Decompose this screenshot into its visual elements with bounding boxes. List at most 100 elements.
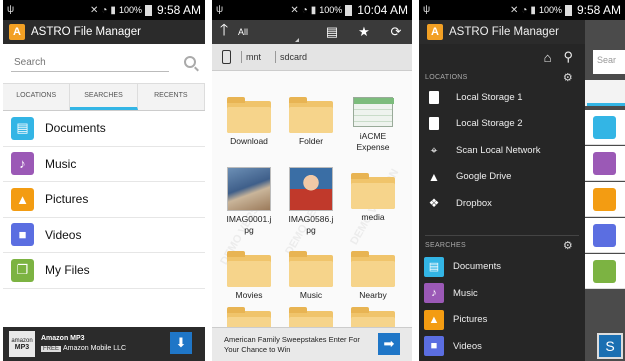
- list-item-label: Videos: [45, 227, 82, 242]
- list-item-music[interactable]: ♪ Music: [3, 147, 205, 182]
- grid-item-music[interactable]: Music: [280, 251, 342, 301]
- drawer-item-documents[interactable]: ▤ Documents: [419, 254, 585, 281]
- section-header-searches: SEARCHES ⚙: [419, 238, 585, 254]
- grid-item-label: iACME Expense: [356, 131, 390, 152]
- browser-toolbar: 🡑 All ▤ ★ ⟳: [212, 20, 412, 44]
- app-title: ASTRO File Manager: [31, 26, 141, 38]
- free-badge: FREE: [41, 346, 62, 352]
- tab-searches[interactable]: SEARCHES: [70, 84, 138, 110]
- refresh-icon[interactable]: ⟳: [380, 24, 412, 40]
- mute-icon: ✕: [89, 4, 99, 16]
- tab-locations[interactable]: LOCATIONS: [3, 84, 71, 110]
- photo-thumbnail: [289, 167, 333, 211]
- spreadsheet-icon: [353, 97, 394, 127]
- battery-percent: 100%: [118, 5, 142, 15]
- tab-recents[interactable]: RECENTS: [138, 84, 205, 110]
- grid-item-label: Download: [230, 136, 268, 146]
- list-item-my-files[interactable]: ❐ My Files: [3, 253, 205, 289]
- grid-item-folder[interactable]: Folder: [280, 97, 342, 147]
- app-title: ASTRO File Manager: [449, 26, 559, 38]
- grid-item-label: IMAG0586.jpg: [288, 214, 334, 235]
- drawer-item-local-storage-1[interactable]: Local Storage 1: [419, 84, 585, 111]
- star-icon[interactable]: ★: [348, 24, 380, 40]
- usb-icon: ψ: [7, 4, 15, 15]
- arrow-right-icon[interactable]: ➡: [378, 333, 400, 355]
- gear-icon[interactable]: ⚙: [563, 239, 573, 252]
- list-view-icon[interactable]: ▤: [316, 24, 348, 40]
- background-tab-indicator: [587, 103, 625, 106]
- grid-item-iacme-expense[interactable]: iACME Expense: [342, 93, 404, 153]
- drawer-item-dropbox[interactable]: ❖ Dropbox: [419, 190, 585, 217]
- mute-icon: ✕: [290, 4, 299, 16]
- list-item-label: Music: [45, 156, 77, 171]
- signal-icon: ▮: [110, 4, 116, 16]
- status-bar: ψ ✕ ◔ ▮ 100% 9:58 AM: [419, 0, 625, 20]
- ad-text: Amazon MP3 FREE Amazon Mobile LLC: [41, 334, 126, 354]
- drawer-item-pictures[interactable]: ▲ Pictures: [419, 307, 585, 334]
- wifi-icon: ◔: [101, 4, 108, 16]
- drawer-item-videos[interactable]: ■ Videos: [419, 333, 585, 360]
- list-item-pictures[interactable]: ▲ Pictures: [3, 182, 205, 218]
- astro-app-icon[interactable]: A: [427, 24, 443, 40]
- drawer-item-music[interactable]: ♪ Music: [419, 280, 585, 307]
- drawer-item-scan-local-network[interactable]: ⌖ Scan Local Network: [419, 137, 585, 164]
- grid-item-download[interactable]: Download: [218, 97, 280, 147]
- usb-icon: ψ: [216, 4, 224, 15]
- astro-app-icon[interactable]: A: [9, 24, 25, 40]
- gear-icon[interactable]: ⚙: [563, 71, 573, 84]
- folder-icon: [351, 173, 395, 209]
- divider: [425, 234, 579, 236]
- download-arrow-icon[interactable]: ⬇: [170, 332, 192, 354]
- signal-icon: ▮: [310, 4, 317, 16]
- drawer-item-local-storage-2[interactable]: Local Storage 2: [419, 111, 585, 138]
- toolbar-actions: ▤ ★ ⟳: [316, 20, 412, 44]
- drawer-item-google-drive[interactable]: ▲ Google Drive: [419, 164, 585, 191]
- drawer-item-label: Documents: [453, 261, 502, 273]
- section-header-locations: LOCATIONS ⚙: [419, 70, 585, 84]
- phone-screen-3: ψ ✕ ◔ ▮ 100% 9:58 AM Sear A ASTRO File M…: [419, 0, 625, 361]
- phone-screen-1: ψ ✕ ◔ ▮ 100% 9:58 AM A ASTRO File Manage…: [3, 0, 205, 361]
- pictures-icon: ▲: [424, 309, 444, 330]
- home-icon[interactable]: ⌂: [544, 50, 552, 65]
- drawer-item-label: Videos: [453, 340, 482, 352]
- myfiles-icon: ❐: [11, 258, 34, 282]
- grid-item-imag0001[interactable]: IMAG0001.jpg: [218, 167, 280, 236]
- clock: 9:58 AM: [156, 3, 201, 17]
- grid-item-media[interactable]: media: [342, 173, 404, 223]
- file-grid: DEMO VERSION DEMO VERSION DEMO VERSION D…: [212, 71, 412, 361]
- ad-logo-bottom: MP3: [14, 343, 30, 351]
- grid-item-movies[interactable]: Movies: [218, 251, 280, 301]
- drawer-item-label: Scan Local Network: [456, 144, 541, 156]
- search-bar: [3, 44, 205, 84]
- ad-banner[interactable]: American Family Sweepstakes Enter For Yo…: [212, 327, 412, 361]
- breadcrumb-mnt[interactable]: mnt: [241, 51, 265, 63]
- search-icon[interactable]: [184, 56, 196, 68]
- grid-item-label: Movies: [235, 290, 263, 300]
- folder-icon: [351, 251, 395, 287]
- search-icon[interactable]: ⚲: [563, 49, 573, 65]
- breadcrumb-sdcard[interactable]: sdcard: [275, 51, 311, 63]
- background-search-input: Sear: [593, 50, 625, 74]
- ad-banner[interactable]: amazon MP3 Amazon MP3 FREE Amazon Mobile …: [3, 327, 205, 361]
- section-title: LOCATIONS: [425, 73, 468, 81]
- folder-icon: [227, 251, 271, 287]
- grid-item-label: Nearby: [359, 290, 387, 300]
- list-item-documents[interactable]: ▤ Documents: [3, 111, 205, 147]
- list-item-videos[interactable]: ■ Videos: [3, 218, 205, 253]
- network-icon: ⌖: [430, 142, 438, 157]
- folder-icon: [289, 251, 333, 287]
- grid-item-nearby[interactable]: Nearby: [342, 251, 404, 301]
- ad-subtitle: Amazon Mobile LLC: [63, 345, 127, 352]
- search-input[interactable]: [11, 54, 169, 72]
- mute-icon: ✕: [509, 4, 519, 16]
- grid-item-imag0586[interactable]: IMAG0586.jpg: [280, 167, 342, 236]
- pictures-icon: [593, 188, 616, 211]
- documents-icon: [593, 116, 616, 139]
- device-icon[interactable]: [222, 50, 231, 64]
- dropdown-triangle-icon: [295, 38, 299, 42]
- list-item-label: My Files: [45, 263, 90, 278]
- up-arrow-icon[interactable]: 🡑: [212, 19, 236, 46]
- music-icon: ♪: [11, 152, 34, 176]
- filter-dropdown[interactable]: All: [238, 27, 248, 37]
- grid-item-label: IMAG0001.jpg: [226, 214, 272, 235]
